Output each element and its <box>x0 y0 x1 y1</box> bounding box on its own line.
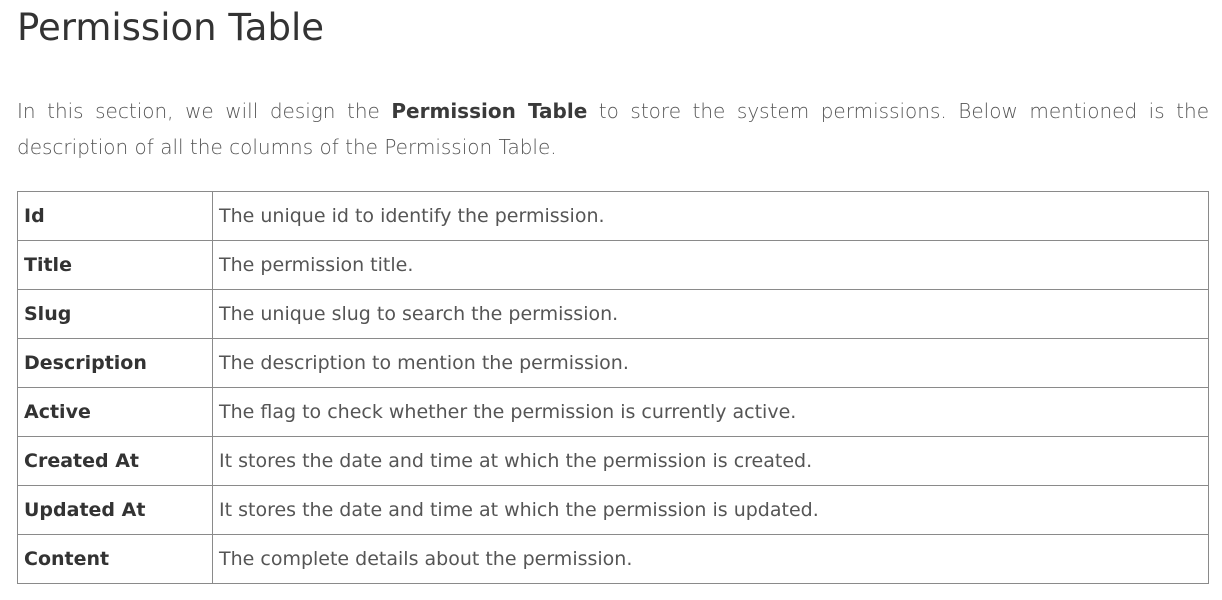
column-description-cell: The complete details about the permissio… <box>212 534 1209 584</box>
column-description-cell: The description to mention the permissio… <box>212 338 1209 388</box>
column-name-cell: Content <box>17 534 213 584</box>
column-name-cell: Id <box>17 191 213 241</box>
column-name-cell: Title <box>17 240 213 290</box>
table-row: Content The complete details about the p… <box>17 534 1209 584</box>
table-row: Created At It stores the date and time a… <box>17 436 1209 486</box>
intro-text-before: In this section, we will design the <box>17 99 392 123</box>
intro-paragraph: In this section, we will design the Perm… <box>17 93 1209 165</box>
table-row: Updated At It stores the date and time a… <box>17 485 1209 535</box>
column-name-cell: Created At <box>17 436 213 486</box>
intro-bold-term: Permission Table <box>391 99 588 123</box>
column-name-cell: Updated At <box>17 485 213 535</box>
column-description-cell: It stores the date and time at which the… <box>212 485 1209 535</box>
column-description-cell: The permission title. <box>212 240 1209 290</box>
page-title: Permission Table <box>17 6 325 49</box>
table-row: Slug The unique slug to search the permi… <box>17 289 1209 339</box>
column-description-cell: The flag to check whether the permission… <box>212 387 1209 437</box>
column-name-cell: Slug <box>17 289 213 339</box>
permission-table: Id The unique id to identify the permiss… <box>17 191 1209 584</box>
column-description-cell: It stores the date and time at which the… <box>212 436 1209 486</box>
table-row: Description The description to mention t… <box>17 338 1209 388</box>
column-description-cell: The unique slug to search the permission… <box>212 289 1209 339</box>
table-row: Active The flag to check whether the per… <box>17 387 1209 437</box>
column-name-cell: Active <box>17 387 213 437</box>
table-row: Title The permission title. <box>17 240 1209 290</box>
column-name-cell: Description <box>17 338 213 388</box>
document-page: Permission Table In this section, we wil… <box>0 0 1222 600</box>
table-row: Id The unique id to identify the permiss… <box>17 191 1209 241</box>
column-description-cell: The unique id to identify the permission… <box>212 191 1209 241</box>
